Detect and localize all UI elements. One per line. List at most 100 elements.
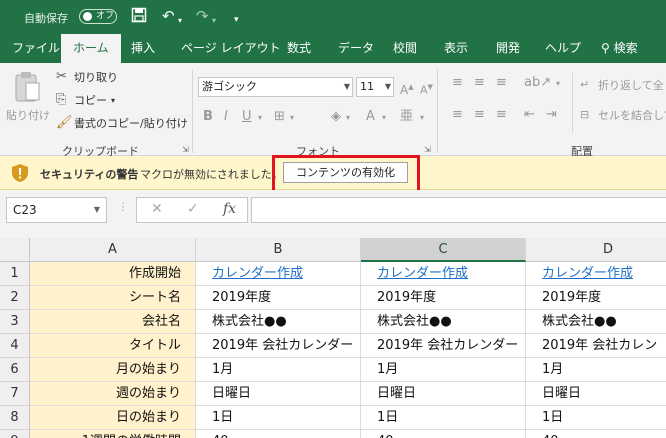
merge-button[interactable]: セルを結合して <box>598 109 666 123</box>
table-cell[interactable]: 2019年度 <box>526 286 666 310</box>
table-cell[interactable]: 2019年 会社カレンダー <box>361 334 526 358</box>
name-box[interactable]: C23 ▼ <box>6 197 107 223</box>
tab-view[interactable]: 表示 <box>444 40 468 56</box>
tab-developer[interactable]: 開発 <box>496 40 520 56</box>
table-cell[interactable]: 株式会社●● <box>361 310 526 334</box>
table-cell[interactable]: カレンダー作成 <box>196 262 361 286</box>
phonetic-icon[interactable]: 亜 <box>400 109 413 125</box>
fill-color-icon[interactable]: ◈ <box>331 109 341 125</box>
table-cell[interactable]: 株式会社●● <box>196 310 361 334</box>
table-cell[interactable]: 40 <box>361 430 526 438</box>
table-cell[interactable]: カレンダー作成 <box>526 262 666 286</box>
table-cell[interactable]: 株式会社●● <box>526 310 666 334</box>
copy-dropdown-icon[interactable]: ▾ <box>111 94 115 108</box>
cancel-icon[interactable]: ✕ <box>151 201 163 217</box>
tab-file[interactable]: ファイル <box>12 40 60 56</box>
tab-formulas[interactable]: 数式 <box>287 40 311 56</box>
column-header-a[interactable]: A <box>30 238 196 262</box>
table-cell[interactable]: 作成開始 <box>30 262 196 286</box>
tab-review[interactable]: 校閲 <box>393 40 417 56</box>
orientation-dropdown-icon[interactable]: ▾ <box>556 76 560 92</box>
format-painter-button[interactable]: 書式のコピー/貼り付け <box>74 117 188 131</box>
align-right-icon[interactable]: ≡ <box>496 107 507 123</box>
tab-home[interactable]: ホーム <box>61 34 121 63</box>
underline-button[interactable]: U <box>242 109 252 125</box>
table-cell[interactable]: 1月 <box>196 358 361 382</box>
row-header[interactable]: 3 <box>0 310 30 334</box>
table-cell[interactable]: 40 <box>526 430 666 438</box>
shrink-font-icon[interactable]: A▼ <box>420 79 433 99</box>
column-header-b[interactable]: B <box>196 238 361 262</box>
bold-button[interactable]: B <box>203 109 213 125</box>
table-cell[interactable]: 2019年 会社カレン <box>526 334 666 358</box>
table-cell[interactable]: 2019年度 <box>361 286 526 310</box>
table-cell[interactable]: 日の始まり <box>30 406 196 430</box>
formula-input[interactable] <box>251 197 666 223</box>
table-cell[interactable]: 1週間の労働時間 <box>30 430 196 438</box>
table-cell[interactable]: カレンダー作成 <box>361 262 526 286</box>
tab-data[interactable]: データ <box>338 40 374 56</box>
row-header[interactable]: 1 <box>0 262 30 286</box>
table-cell[interactable]: 1日 <box>526 406 666 430</box>
redo-icon[interactable]: ↷ <box>196 7 209 25</box>
underline-dropdown-icon[interactable]: ▾ <box>258 110 262 126</box>
grow-font-icon[interactable]: A▲ <box>400 79 414 98</box>
tab-help[interactable]: ヘルプ <box>545 40 581 56</box>
align-bottom-icon[interactable]: ≡ <box>496 75 507 91</box>
font-size-select[interactable]: 11 ▼ <box>356 77 394 97</box>
table-cell[interactable]: 1日 <box>361 406 526 430</box>
border-icon[interactable]: ⊞ <box>274 109 285 125</box>
column-header-c[interactable]: C <box>361 238 526 262</box>
font-color-icon[interactable]: A <box>366 109 375 125</box>
font-color-dropdown-icon[interactable]: ▾ <box>382 110 386 126</box>
orientation-icon[interactable]: ab↗ <box>524 75 551 91</box>
align-center-icon[interactable]: ≡ <box>474 107 485 123</box>
increase-indent-icon[interactable]: ⇥ <box>546 107 557 123</box>
enable-content-button[interactable]: コンテンツの有効化 <box>283 162 408 183</box>
phonetic-dropdown-icon[interactable]: ▾ <box>420 110 424 126</box>
select-all-corner[interactable] <box>0 238 30 262</box>
clipboard-launcher-icon[interactable]: ⇲ <box>182 145 189 154</box>
font-name-select[interactable]: 游ゴシック ▼ <box>198 77 353 97</box>
undo-icon[interactable]: ↶ <box>162 7 175 25</box>
row-header[interactable]: 2 <box>0 286 30 310</box>
row-header[interactable]: 4 <box>0 334 30 358</box>
fill-dropdown-icon[interactable]: ▾ <box>346 110 350 126</box>
font-launcher-icon[interactable]: ⇲ <box>424 145 431 154</box>
table-cell[interactable]: 1日 <box>196 406 361 430</box>
row-header[interactable]: 9 <box>0 430 30 438</box>
cut-button[interactable]: 切り取り <box>74 71 118 85</box>
paste-button[interactable]: 貼り付け <box>6 69 50 129</box>
table-cell[interactable]: 週の始まり <box>30 382 196 406</box>
table-cell[interactable]: 40 <box>196 430 361 438</box>
align-left-icon[interactable]: ≡ <box>452 107 463 123</box>
border-dropdown-icon[interactable]: ▾ <box>290 110 294 126</box>
table-cell[interactable]: タイトル <box>30 334 196 358</box>
more-icon[interactable]: ⋮ <box>118 202 128 213</box>
table-cell[interactable]: 月の始まり <box>30 358 196 382</box>
table-cell[interactable]: 1月 <box>526 358 666 382</box>
table-cell[interactable]: 1月 <box>361 358 526 382</box>
align-top-icon[interactable]: ≡ <box>452 75 463 91</box>
decrease-indent-icon[interactable]: ⇤ <box>524 107 535 123</box>
wrap-text-button[interactable]: 折り返して全 <box>598 79 664 93</box>
table-cell[interactable]: 2019年度 <box>196 286 361 310</box>
undo-dropdown-icon[interactable]: ▾ <box>178 12 182 30</box>
table-cell[interactable]: 日曜日 <box>196 382 361 406</box>
italic-button[interactable]: I <box>224 109 228 125</box>
table-cell[interactable]: 2019年 会社カレンダー <box>196 334 361 358</box>
search-button[interactable]: ⚲ 検索 <box>601 40 638 56</box>
autosave-toggle[interactable]: オフ <box>79 9 117 24</box>
row-header[interactable]: 8 <box>0 406 30 430</box>
insert-function-icon[interactable]: fx <box>223 201 236 217</box>
redo-dropdown-icon[interactable]: ▾ <box>212 12 216 30</box>
table-cell[interactable]: シート名 <box>30 286 196 310</box>
customize-icon[interactable]: ▾ <box>234 11 239 29</box>
table-cell[interactable]: 日曜日 <box>526 382 666 406</box>
tab-page-layout[interactable]: ページ レイアウト <box>181 40 281 56</box>
enter-icon[interactable]: ✓ <box>187 201 199 217</box>
align-middle-icon[interactable]: ≡ <box>474 75 485 91</box>
table-cell[interactable]: 会社名 <box>30 310 196 334</box>
column-header-d[interactable]: D <box>526 238 666 262</box>
row-header[interactable]: 6 <box>0 358 30 382</box>
